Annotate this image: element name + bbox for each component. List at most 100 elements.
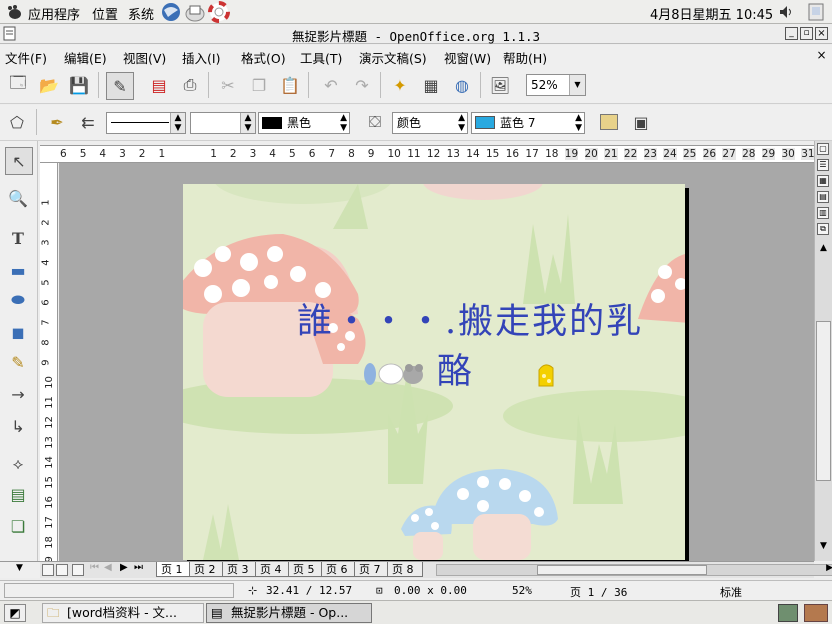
places-menu[interactable]: 位置 [92, 4, 118, 23]
load-url-icon[interactable]: 🗔 [5, 72, 31, 98]
arrange-icon[interactable]: ❏ [5, 513, 31, 539]
gnome-foot-icon[interactable] [6, 4, 22, 20]
redo-icon[interactable]: ↷ [349, 72, 375, 98]
menu-tools[interactable]: 工具(T) [300, 48, 342, 67]
window-titlebar[interactable]: 無捉影片標題 - OpenOffice.org 1.1.3 _ ▫ × [0, 24, 832, 44]
scroll-down-icon[interactable]: ▼ [816, 541, 831, 555]
status-zoom[interactable]: 52% [512, 584, 532, 597]
h-scroll-thumb[interactable] [537, 565, 707, 575]
text-tool-icon[interactable]: T [5, 225, 31, 251]
prev-page-icon[interactable]: ◀ [104, 562, 112, 573]
menu-window[interactable]: 视窗(W) [444, 48, 491, 67]
menu-view[interactable]: 视图(V) [123, 48, 166, 67]
area-style-select[interactable]: 颜色 ▲ ▼ [392, 112, 468, 134]
shadow-icon[interactable] [596, 109, 622, 135]
layer-mode-icon[interactable] [72, 564, 84, 576]
close-window-button[interactable]: × [815, 27, 828, 40]
zoom-image-icon[interactable]: 🖼 [487, 72, 513, 98]
system-menu[interactable]: 系统 [128, 4, 154, 23]
export-pdf-icon[interactable]: ▤ [146, 72, 172, 98]
page-tab[interactable]: 页 8 [387, 562, 423, 577]
chevron-updown-icon[interactable]: ▲ ▼ [340, 113, 347, 133]
scroll-right-icon[interactable]: ▶ [826, 563, 832, 573]
slide-title-line2[interactable]: 酪 [437, 348, 497, 396]
print-icon[interactable]: ⎙ [177, 72, 203, 98]
menu-presentation[interactable]: 演示文稿(S) [359, 48, 427, 67]
line-width-spin[interactable]: ▲ ▼ [240, 113, 255, 133]
edit-file-icon[interactable]: ✎ [106, 72, 134, 100]
first-page-icon[interactable]: ⏮ [90, 562, 99, 573]
page-tab[interactable]: 页 7 [354, 562, 390, 577]
menu-help[interactable]: 帮助(H) [503, 48, 547, 67]
lines-arrows-icon[interactable]: → [5, 381, 31, 407]
page-tab[interactable]: 页 4 [255, 562, 291, 577]
clock[interactable]: 4月8日星期五 10:45 [650, 4, 773, 23]
navigator-icon[interactable]: ✦ [387, 72, 413, 98]
cut-icon[interactable]: ✂ [215, 72, 241, 98]
outline-view-icon[interactable]: ☰ [817, 159, 829, 171]
area-color-select[interactable]: 蓝色 7 ▲ ▼ [471, 112, 585, 134]
select-arrow-icon[interactable]: ↖ [5, 147, 33, 175]
page-tab[interactable]: 页 1 [156, 562, 192, 577]
menu-insert[interactable]: 插入(I) [182, 48, 220, 67]
arrow-style-icon[interactable]: ⇇ [75, 109, 101, 135]
ellipse-icon[interactable]: ⬬ [5, 287, 31, 313]
trash-icon[interactable] [778, 604, 798, 622]
chevron-updown-icon[interactable]: ▲ ▼ [458, 113, 465, 133]
background-mode-icon[interactable] [56, 564, 68, 576]
page-tab[interactable]: 页 2 [189, 562, 225, 577]
slide-title-line1[interactable]: 誰‧‧‧.搬走我的乳 [297, 298, 641, 346]
handout-view-icon[interactable]: ▥ [817, 207, 829, 219]
zoom-combobox[interactable]: 52% ▼ [526, 74, 586, 96]
gallery-icon[interactable]: ▦ [418, 72, 444, 98]
menu-file[interactable]: 文件(F) [5, 48, 47, 67]
taskbar-button-folder[interactable]: 🗀 [word档资料 - 文... [42, 603, 204, 623]
zoom-icon[interactable]: 🔍 [5, 185, 31, 211]
web-browser-icon[interactable] [160, 1, 182, 23]
page-tab[interactable]: 页 6 [321, 562, 357, 577]
scroll-up-icon[interactable]: ▲ [816, 243, 831, 257]
slide-mode-icon[interactable] [42, 564, 54, 576]
paste-icon[interactable]: 📋 [277, 72, 303, 98]
page-tab[interactable]: 页 3 [222, 562, 258, 577]
page-tab[interactable]: 页 5 [288, 562, 324, 577]
line-width-field[interactable]: ▲ ▼ [190, 112, 256, 134]
slideshow-view-icon[interactable]: ⧉ [817, 223, 829, 235]
curve-icon[interactable]: ✎ [5, 349, 31, 375]
scroll-thumb[interactable] [816, 321, 831, 481]
workspace-switcher[interactable] [804, 604, 828, 622]
area-fill-icon[interactable]: ⛋ [362, 109, 388, 135]
close-document-button[interactable]: × [815, 49, 828, 62]
taskbar-button-impress[interactable]: ▤ 無捉影片標題 - Op... [206, 603, 372, 623]
line-icon[interactable]: ✒ [44, 109, 70, 135]
horizontal-ruler[interactable]: 6 5 4 3 2 1 1 2 3 4 5 6 7 8 9 10 11 12 13 14 15 16 17 18 19 20 21 2… [40, 145, 814, 163]
position-size-icon[interactable]: ▣ [628, 109, 654, 135]
horizontal-scrollbar[interactable]: ▶ [436, 563, 832, 576]
line-color-select[interactable]: 黑色 ▲ ▼ [258, 112, 350, 134]
menu-edit[interactable]: 编辑(E) [64, 48, 107, 67]
slide-workspace[interactable]: 誰‧‧‧.搬走我的乳 酪 [59, 163, 814, 561]
alignment-icon[interactable]: ▤ [5, 481, 31, 507]
applications-menu[interactable]: 应用程序 [28, 4, 80, 23]
undo-icon[interactable]: ↶ [318, 72, 344, 98]
edit-points-icon[interactable]: ⬠ [4, 109, 30, 135]
connector-icon[interactable]: ↳ [5, 413, 31, 439]
3d-object-icon[interactable]: ◼ [5, 319, 31, 345]
chevron-updown-icon[interactable]: ▲ ▼ [575, 113, 582, 133]
chevron-down-icon[interactable]: ▼ [569, 75, 585, 95]
effects-icon[interactable]: ⟡ [5, 451, 31, 477]
mail-client-icon[interactable] [184, 1, 206, 23]
open-folder-icon[interactable]: 📂 [36, 72, 62, 98]
line-style-spin[interactable]: ▲ ▼ [170, 113, 185, 133]
help-lifebuoy-icon[interactable] [208, 1, 230, 23]
notes-view-icon[interactable]: ▤ [817, 191, 829, 203]
minimize-button[interactable]: _ [785, 27, 798, 40]
next-page-icon[interactable]: ▶ [120, 562, 128, 573]
vertical-scrollbar[interactable]: ▢ ☰ ▦ ▤ ▥ ⧉ ▲ ▼ [814, 141, 832, 561]
show-desktop-icon[interactable]: ◩ [4, 604, 26, 622]
expand-down-icon[interactable]: ▼ [16, 563, 23, 573]
notification-icon[interactable] [806, 2, 826, 22]
copy-icon[interactable]: ❐ [246, 72, 272, 98]
vertical-ruler[interactable]: 12345678910111213141516171819 [40, 163, 58, 561]
save-icon[interactable]: 💾 [66, 72, 92, 98]
